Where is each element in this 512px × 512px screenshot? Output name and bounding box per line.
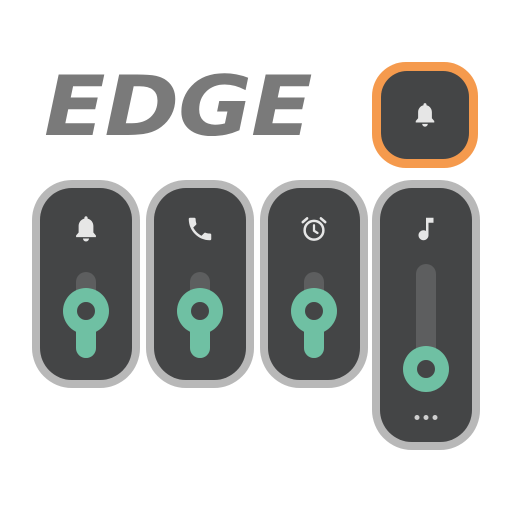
media-volume-knob[interactable] <box>403 346 449 392</box>
alarm-volume-panel <box>260 180 368 388</box>
more-dot <box>423 415 429 420</box>
more-dot <box>432 415 438 420</box>
call-volume-panel <box>146 180 254 388</box>
music-note-icon <box>418 217 434 241</box>
call-volume-panel-inner <box>154 188 246 380</box>
edge-trigger-inner[interactable] <box>381 71 469 159</box>
media-volume-panel-inner <box>380 188 472 442</box>
more-dot <box>414 415 420 420</box>
alarm-volume-panel-inner <box>268 188 360 380</box>
alarm-volume-knob[interactable] <box>291 288 337 334</box>
call-volume-knob[interactable] <box>177 288 223 334</box>
media-volume-panel <box>372 180 480 450</box>
alarm-clock-icon <box>301 217 327 241</box>
ringer-volume-panel <box>32 180 140 388</box>
app-icon-canvas: EDGE <box>0 0 512 512</box>
more-horizontal-icon[interactable] <box>414 415 438 420</box>
phone-icon <box>188 217 212 241</box>
edge-trigger-button[interactable] <box>372 62 478 168</box>
edge-logo: EDGE <box>44 58 313 156</box>
bell-icon <box>76 216 96 242</box>
ringer-volume-panel-inner <box>40 188 132 380</box>
ringer-volume-knob[interactable] <box>63 288 109 334</box>
bell-icon <box>415 103 435 127</box>
